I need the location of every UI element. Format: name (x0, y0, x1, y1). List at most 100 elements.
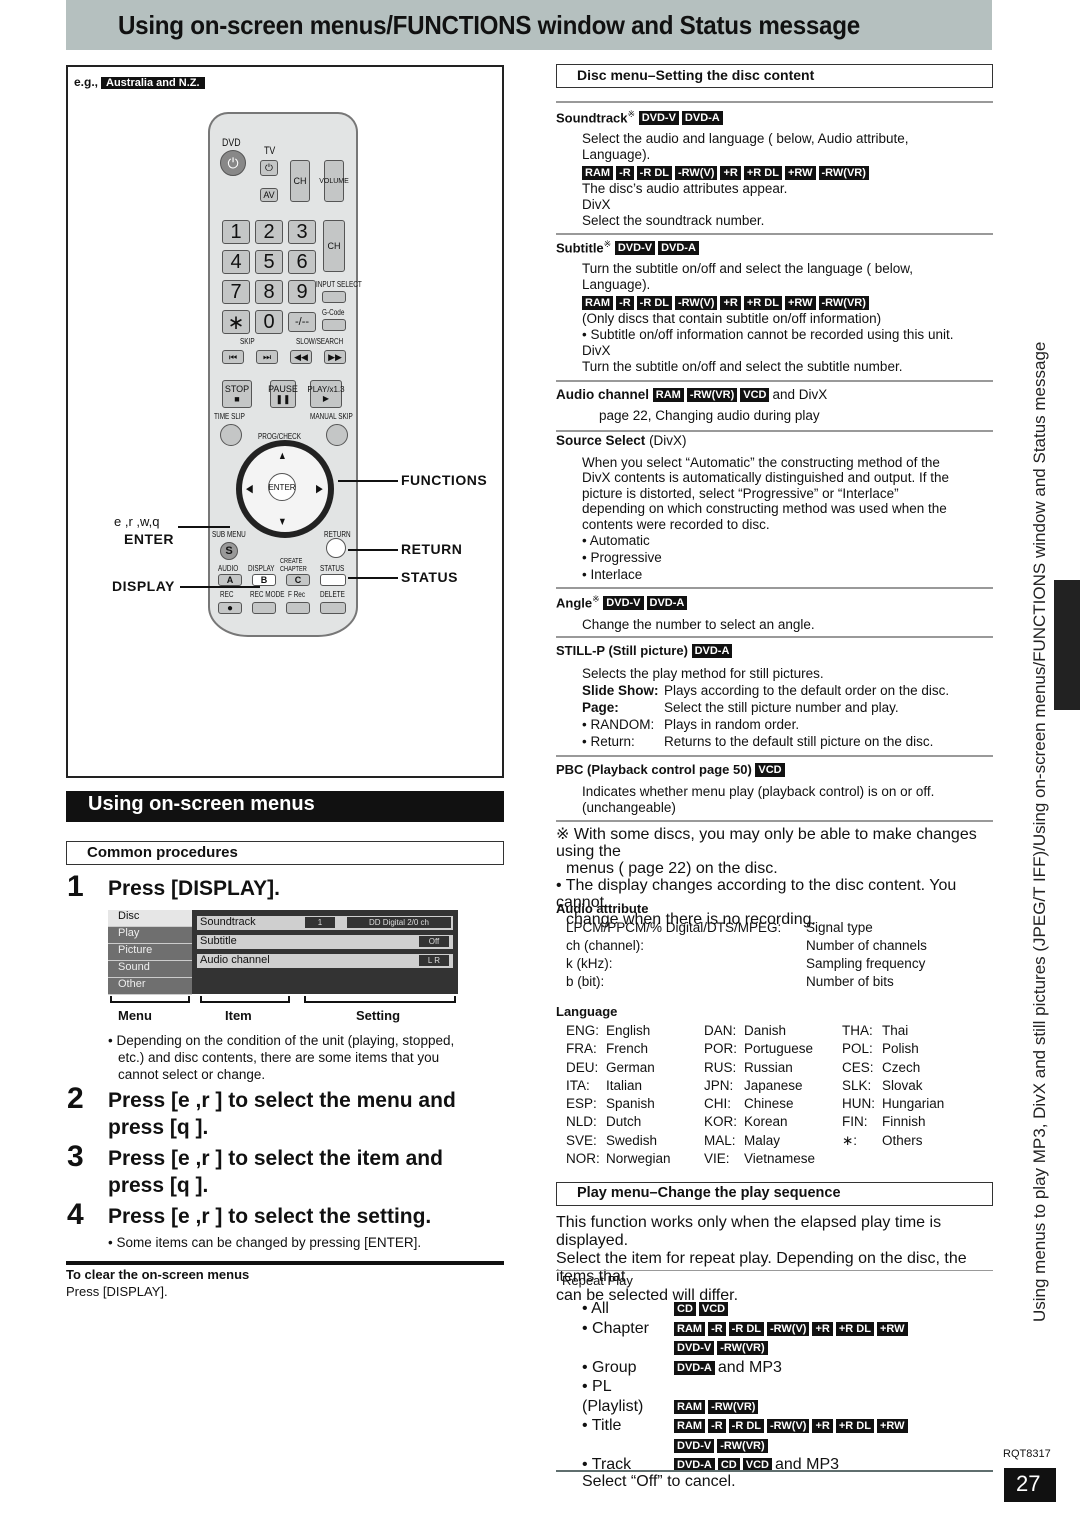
disc-type-tag: RAM (674, 1399, 706, 1414)
repeat-play-heading: Repeat Play (562, 1273, 633, 1288)
step-1-note: • Depending on the condition of the unit… (108, 1033, 455, 1082)
skip-back-button[interactable]: ⏮ (222, 350, 244, 364)
manual-skip-button[interactable] (326, 424, 348, 446)
language-name: Thai (882, 1023, 909, 1038)
osd-legend-brackets (108, 996, 458, 1004)
tv-power-button[interactable]: ⏻ (260, 160, 278, 176)
number-button-2[interactable]: 2 (255, 220, 283, 244)
divider (66, 1261, 504, 1265)
rec-mode-button[interactable] (252, 602, 276, 614)
number-button-7[interactable]: 7 (222, 280, 250, 304)
osd-legend-item: Item (225, 1008, 252, 1023)
disc-type-tag: DVD-A (674, 1360, 715, 1375)
sub-menu-button[interactable]: S (220, 542, 238, 560)
page-number: 27 (1004, 1468, 1056, 1502)
language-code: SLK: (842, 1077, 872, 1093)
display-b-button[interactable]: B (252, 574, 276, 586)
tv-av-button[interactable]: AV (260, 188, 278, 202)
disc-type-tag: -RW(V) (767, 1321, 810, 1336)
step-4-note: • Some items can be changed by pressing … (108, 1235, 422, 1250)
dvd-power-button[interactable]: ⏻ (220, 150, 246, 176)
osd-item-subtitle[interactable]: Subtitle Off (197, 935, 453, 949)
slow-rewind-button[interactable]: ◀◀ (290, 350, 312, 364)
osd-menu-other[interactable]: Other (108, 978, 192, 995)
enter-button[interactable]: ENTER (268, 473, 296, 501)
osd-menu-picture[interactable]: Picture (108, 944, 192, 961)
number-button-5[interactable]: 5 (255, 250, 283, 274)
repeat-play-label: • PL (Playlist) (582, 1378, 644, 1415)
number-button-1[interactable]: 1 (222, 220, 250, 244)
pause-button[interactable]: PAUSE ❚❚ (268, 380, 298, 408)
osd-menu-sound[interactable]: Sound (108, 961, 192, 978)
language-name: Vietnamese (744, 1151, 816, 1167)
number-button-0[interactable]: 0 (255, 310, 283, 334)
number-button-9[interactable]: 9 (288, 280, 316, 304)
number-button-3[interactable]: 3 (288, 220, 316, 244)
language-name: Czech (882, 1059, 921, 1075)
skip-forward-button[interactable]: ⏭ (256, 350, 278, 364)
divider (556, 636, 993, 638)
digit-toggle-button[interactable]: -/-- (288, 312, 316, 332)
language-name: French (606, 1041, 649, 1057)
osd-item-audio-channel[interactable]: Audio channel L R (197, 954, 453, 968)
slow-forward-button[interactable]: ▶▶ (324, 350, 346, 364)
language-name: Swedish (606, 1132, 658, 1148)
osd-item-soundtrack[interactable]: Soundtrack 1 DD Digital 2/0 ch (197, 916, 453, 930)
step-3-text-line-1: Press [e ,r ] to select the item and (108, 1147, 443, 1170)
language-code: NOR: (566, 1151, 600, 1167)
repeat-play-label: • All (582, 1300, 609, 1317)
time-slip-button[interactable] (220, 424, 242, 446)
language-name: German (606, 1059, 655, 1075)
disc-type-tag: +R DL (835, 1419, 874, 1433)
channel-rocker[interactable]: CH (323, 220, 345, 272)
language-name: Chinese (744, 1096, 794, 1112)
language-code: DEU: (566, 1059, 599, 1075)
language-code: NLD: (566, 1114, 597, 1130)
number-button-4[interactable]: 4 (222, 250, 250, 274)
status-callout-line (348, 577, 398, 579)
source-option-interlace: • Interlace (582, 567, 643, 583)
input-select-button[interactable] (322, 291, 346, 303)
language-name: Japanese (744, 1077, 803, 1093)
f-rec-button[interactable] (286, 602, 310, 614)
language-code: THA: (842, 1023, 873, 1038)
disc-type-tag: -RW(V) (767, 1419, 810, 1433)
language-code: MAL: (704, 1132, 736, 1148)
play-menu-heading: Play menu–Change the play sequence (556, 1182, 993, 1206)
rec-button[interactable]: ● (218, 602, 242, 614)
left-arrow-icon: ◀ (246, 483, 253, 495)
tv-channel-rocker[interactable]: CH (290, 160, 310, 202)
language-code: CES: (842, 1059, 874, 1075)
language-code: FRA: (566, 1041, 597, 1057)
asterisk-button[interactable]: ∗ (222, 310, 250, 334)
language-code: POL: (842, 1041, 873, 1057)
tv-volume-rocker[interactable]: VOLUME (319, 160, 349, 202)
play-menu-intro: This function works only when the elapse… (556, 1214, 967, 1304)
soundtrack-entry: Soundtrack※ DVD-V DVD-A Select the audio … (556, 109, 993, 229)
osd-menu-play[interactable]: Play (108, 927, 192, 944)
status-button[interactable] (320, 574, 346, 586)
enter-callout: ENTER (124, 531, 174, 547)
navigation-ring[interactable]: ▲ ▼ ◀ ▶ ENTER (236, 440, 334, 538)
language-code: ITA: (566, 1077, 590, 1093)
create-chapter-c-button[interactable]: C (286, 574, 310, 586)
play-button[interactable]: PLAY/x1.3 ▶ (307, 380, 345, 408)
disc-menu-heading: Disc menu–Setting the disc content (556, 64, 993, 88)
number-button-6[interactable]: 6 (288, 250, 316, 274)
audio-a-button[interactable]: A (218, 574, 242, 586)
osd-menu-disc[interactable]: Disc (108, 910, 192, 927)
number-button-8[interactable]: 8 (255, 280, 283, 304)
delete-button[interactable] (320, 602, 346, 614)
language-name: Spanish (606, 1096, 655, 1112)
gcode-button[interactable] (322, 319, 346, 331)
language-name: Russian (744, 1059, 793, 1075)
up-arrow-icon: ▲ (278, 450, 287, 462)
subtitle-entry: Subtitle※ DVD-V DVD-A Turn the subtitle o… (556, 239, 993, 375)
repeat-play-list: • All CD VCD • Chapter RAM -R -R DL -RW(V) +R +R … (556, 1299, 993, 1489)
return-button[interactable] (326, 538, 346, 558)
language-code: KOR: (704, 1114, 738, 1130)
stop-button[interactable]: STOP ■ (222, 380, 252, 408)
disc-type-tag: -RW(VR) (708, 1399, 759, 1414)
repeat-play-item: • All CD VCD (556, 1299, 993, 1319)
divider (556, 101, 993, 103)
